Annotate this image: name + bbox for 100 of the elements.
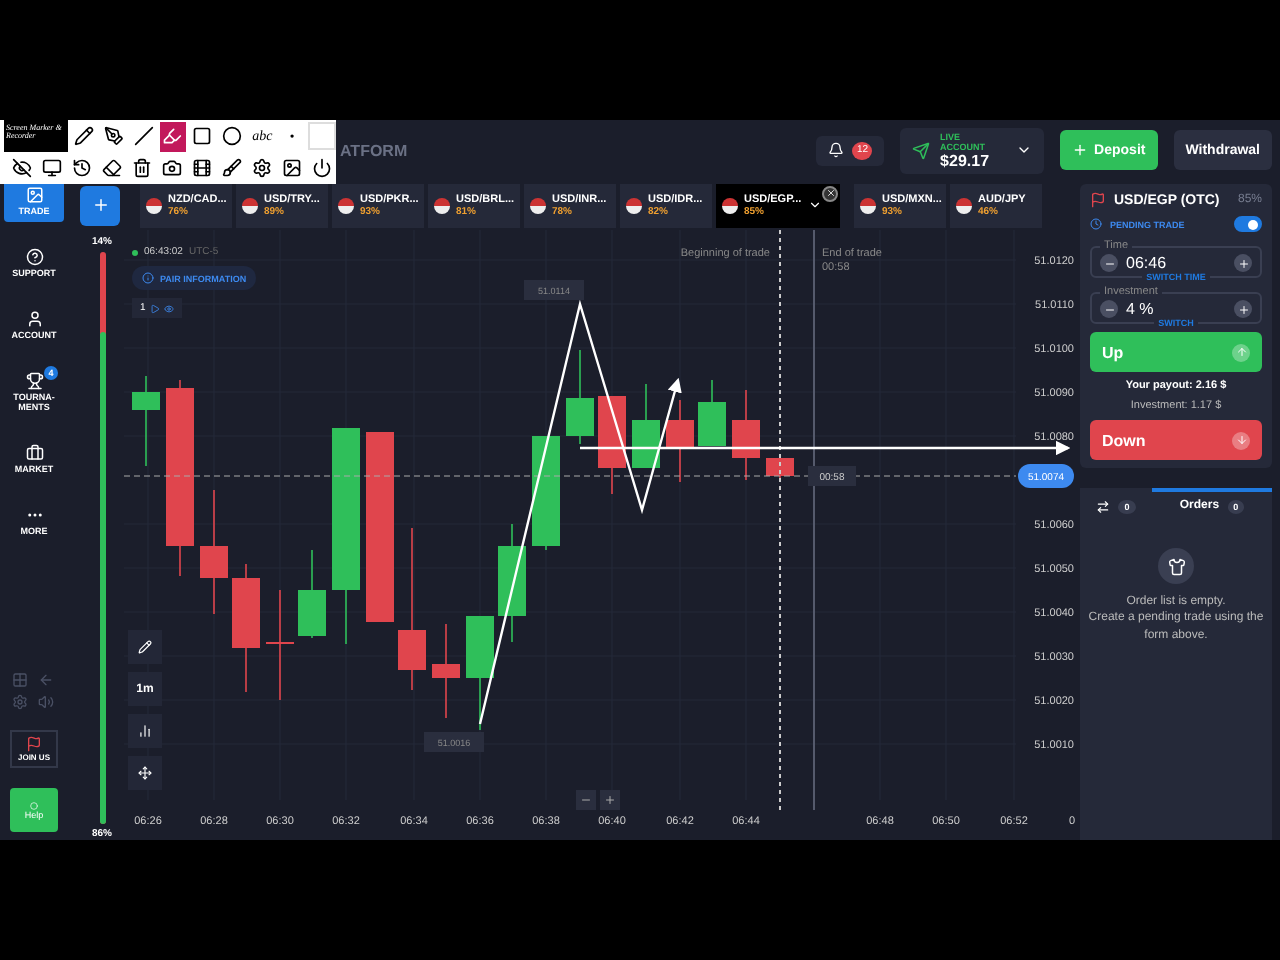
- field-value: 06:46: [1126, 254, 1169, 272]
- rising-candle: [566, 349, 594, 445]
- eraser-icon: [102, 158, 122, 178]
- settings-icon: [11, 694, 27, 710]
- flag-icon: [242, 197, 258, 213]
- draw-tool-button[interactable]: [128, 630, 162, 664]
- trash-button[interactable]: [128, 153, 156, 183]
- increase-button[interactable]: [1234, 300, 1252, 318]
- account-balance: $29.17: [940, 151, 992, 169]
- play-icon: [149, 303, 160, 313]
- swap-icon: [1096, 499, 1111, 513]
- arrow-left-icon: [37, 672, 53, 688]
- live-status-dot: [132, 249, 138, 255]
- chart-type-button[interactable]: [128, 714, 162, 748]
- increase-button[interactable]: [1234, 254, 1252, 272]
- field-value: 4 %: [1126, 300, 1156, 318]
- flag-icon: [530, 197, 546, 213]
- flag-icon: [338, 197, 354, 213]
- falling-candle: [666, 399, 694, 483]
- decrease-button[interactable]: [1100, 300, 1118, 318]
- trash-icon: [132, 158, 152, 178]
- plus-icon: [1237, 257, 1249, 269]
- trophy-icon: [25, 372, 43, 390]
- pencil-icon: [73, 126, 94, 146]
- pencil-tool[interactable]: [69, 121, 98, 151]
- flag-icon: [956, 197, 972, 213]
- rectangle-icon: [192, 126, 213, 146]
- line-icon: [133, 126, 154, 146]
- minus-icon: [580, 794, 592, 806]
- falling-candle: [432, 623, 460, 719]
- help-icon: [25, 248, 43, 266]
- clock-icon: [1090, 218, 1102, 230]
- rising-candle: [298, 549, 326, 639]
- rising-candle: [132, 375, 160, 467]
- rising-candle: [698, 379, 726, 447]
- eye-off-icon: [12, 158, 32, 178]
- flag-icon: [860, 197, 876, 213]
- settings-icon: [252, 158, 272, 178]
- power-icon: [312, 158, 332, 178]
- plus-icon: [91, 196, 109, 214]
- image-icon: [282, 158, 302, 178]
- falling-candle: [732, 389, 760, 481]
- line-tool[interactable]: [129, 121, 157, 151]
- camera-icon: [162, 158, 182, 178]
- empty-orders-icon: [1158, 548, 1194, 584]
- pencil-icon: [138, 640, 152, 654]
- eye-icon: [163, 303, 174, 313]
- plus-icon: [1237, 303, 1249, 315]
- plus-icon: [1072, 142, 1089, 158]
- minus-icon: [1103, 257, 1115, 269]
- falling-candle: [200, 489, 228, 615]
- rising-candle: [532, 435, 560, 551]
- color-swatch[interactable]: [308, 121, 337, 151]
- flag-icon: [434, 197, 450, 213]
- highlighter-icon: [162, 126, 183, 146]
- plus-icon: [604, 794, 616, 806]
- minus-icon: [1103, 303, 1115, 315]
- add-asset-button[interactable]: [80, 185, 120, 225]
- monitor-icon: [42, 158, 62, 178]
- settings-button[interactable]: [248, 153, 276, 183]
- pending-trade-toggle[interactable]: [1234, 216, 1262, 232]
- falling-candle: [266, 589, 294, 701]
- film-icon: [192, 158, 212, 178]
- grid-icon: [11, 672, 27, 688]
- circle-icon: [222, 126, 243, 146]
- user-icon: [25, 310, 43, 328]
- indicators-button[interactable]: [128, 756, 162, 790]
- pen-icon: [103, 126, 124, 146]
- flag-icon: [1090, 192, 1106, 208]
- flag-icon: [626, 197, 642, 213]
- caret-icon: [807, 198, 822, 212]
- flag-icon: [26, 736, 42, 752]
- rising-candle: [632, 383, 660, 469]
- history-icon: [72, 158, 92, 178]
- rising-candle: [498, 523, 526, 643]
- volume-icon: [37, 694, 53, 710]
- arrow-down-icon: [1235, 434, 1247, 446]
- brush-icon: [222, 158, 242, 178]
- briefcase-icon: [25, 444, 43, 462]
- decrease-button[interactable]: [1100, 254, 1118, 272]
- zoom-out-button[interactable]: [576, 790, 596, 810]
- arrow-up-icon: [1235, 346, 1247, 358]
- pen-tool[interactable]: [99, 121, 128, 151]
- info-icon: [142, 272, 154, 284]
- highlighter-tool[interactable]: [159, 121, 187, 151]
- caret-icon: [1016, 142, 1033, 158]
- falling-candle: [598, 395, 626, 495]
- paper-plane-icon: [912, 141, 931, 159]
- flag-icon: [146, 197, 162, 213]
- circle-tool[interactable]: [218, 121, 247, 151]
- move-icon: [138, 766, 152, 780]
- bell-icon: [828, 142, 845, 158]
- power-button[interactable]: [308, 153, 336, 183]
- flag-icon: [722, 197, 738, 213]
- zoom-in-button[interactable]: [600, 790, 620, 810]
- close-tab-button[interactable]: [822, 185, 838, 201]
- platform-title: ATFORM: [340, 141, 410, 159]
- falling-candle: [766, 457, 794, 481]
- down-button[interactable]: Down: [1090, 420, 1262, 460]
- hide-button[interactable]: [8, 153, 36, 183]
